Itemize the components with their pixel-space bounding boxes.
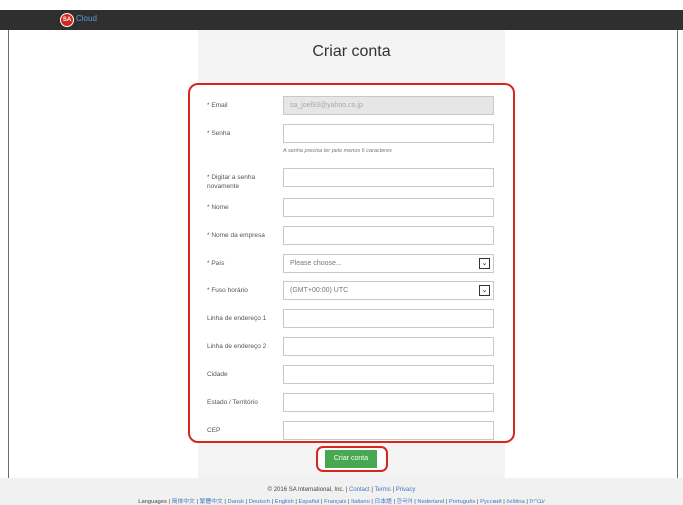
language-link[interactable]: עברית [529, 499, 544, 505]
email-label: * Email [207, 102, 228, 109]
address2-label: Linha de endereço 2 [207, 343, 267, 350]
state-label: Estado / Território [207, 399, 258, 406]
copyright-text: © 2016 SA International, Inc. | [267, 487, 348, 493]
chevron-down-icon[interactable]: ⌄ [479, 258, 490, 269]
copyright-line: © 2016 SA International, Inc. | Contact … [0, 487, 683, 493]
company-label: * Nome da empresa [207, 232, 265, 239]
terms-link[interactable]: Terms [374, 487, 390, 493]
language-link[interactable]: 한국어 [397, 499, 413, 505]
city-field[interactable] [283, 365, 494, 384]
language-link[interactable]: Português [449, 499, 475, 505]
privacy-link[interactable]: Privacy [396, 487, 416, 493]
language-link[interactable]: Français [324, 499, 346, 505]
create-account-button[interactable]: Criar conta [325, 450, 377, 468]
zip-label: CEP [207, 427, 221, 434]
country-label: * País [207, 260, 225, 267]
language-link[interactable]: Dansk [228, 499, 244, 505]
password-confirm-label: * Digitar a senha novamente [207, 174, 256, 190]
language-link[interactable]: Italiano [351, 499, 370, 505]
language-link[interactable]: Nederland [417, 499, 444, 505]
password-label: * Senha [207, 130, 231, 137]
language-link[interactable]: 简体中文 [172, 499, 195, 505]
zip-field[interactable] [283, 421, 494, 440]
password-hint: A senha precisa ter pelo menos 6 caracte… [283, 148, 392, 154]
contact-link[interactable]: Contact [349, 487, 370, 493]
top-bar: SA Cloud [0, 10, 683, 30]
sa-logo-icon[interactable]: SA [60, 13, 74, 27]
timezone-label: * Fuso horário [207, 287, 248, 294]
right-divider [677, 30, 678, 485]
email-field: sa_joel93@yahoo.co.jp [283, 96, 494, 115]
name-field[interactable] [283, 198, 494, 217]
language-list: Languages | 简体中文 | 繁體中文 | Dansk | Deutsc… [138, 499, 545, 505]
address2-field[interactable] [283, 337, 494, 356]
country-select-value: Please choose... [290, 260, 342, 267]
left-divider [8, 30, 9, 485]
country-select[interactable]: Please choose... ⌄ [283, 254, 494, 273]
language-link[interactable]: Español [298, 499, 319, 505]
separator: | [392, 487, 395, 493]
language-link[interactable]: English [275, 499, 294, 505]
timezone-select[interactable]: (GMT+00:00) UTC ⌄ [283, 281, 494, 300]
password-confirm-field[interactable] [283, 168, 494, 187]
language-link[interactable]: 繁體中文 [200, 499, 223, 505]
page-title: Criar conta [312, 43, 391, 60]
language-link[interactable]: čeština [506, 499, 524, 505]
separator: | [371, 487, 373, 493]
company-field[interactable] [283, 226, 494, 245]
logo-text[interactable]: Cloud [76, 14, 97, 23]
password-field[interactable] [283, 124, 494, 143]
languages-label: Languages | [138, 499, 171, 505]
language-link[interactable]: Deutsch [249, 499, 270, 505]
language-link[interactable]: 日本語 [375, 499, 392, 505]
address1-field[interactable] [283, 309, 494, 328]
city-label: Cidade [207, 371, 228, 378]
address1-label: Linha de endereço 1 [207, 315, 267, 322]
name-label: * Nome [207, 204, 229, 211]
state-field[interactable] [283, 393, 494, 412]
chevron-down-icon[interactable]: ⌄ [479, 285, 490, 296]
timezone-select-value: (GMT+00:00) UTC [290, 287, 349, 294]
language-link[interactable]: Русский [480, 499, 502, 505]
